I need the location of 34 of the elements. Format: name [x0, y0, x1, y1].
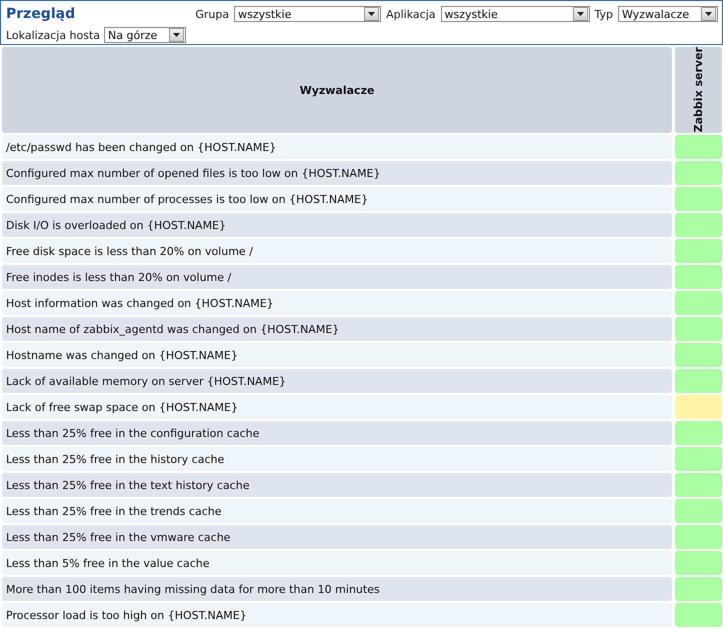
dropdown-arrow-icon	[368, 12, 376, 16]
trigger-cell: Hostname was changed on {HOST.NAME}	[2, 343, 672, 367]
column-header: Wyzwalacze	[2, 47, 672, 133]
trigger-cell: Lack of available memory on server {HOST.NAME}	[2, 369, 672, 393]
trigger-cell: Less than 25% free in the text history cache	[2, 473, 672, 497]
trigger-cell: /etc/passwd has been changed on {HOST.NAME}	[2, 135, 672, 159]
dropdown-arrow-icon	[173, 33, 180, 37]
filter-label: Grupa	[195, 8, 230, 20]
dropdown[interactable]: Na górze	[104, 27, 186, 43]
dropdown-arrow-icon	[705, 12, 712, 16]
trigger-cell: Configured max number of processes is too low on {HOST.NAME}	[2, 187, 672, 211]
dropdown-arrow-icon	[576, 12, 584, 16]
trigger-cell: Host information was changed on {HOST.NAME}	[2, 291, 672, 315]
trigger-cell: Less than 5% free in the value cache	[2, 551, 672, 575]
filter-label: Lokalizacja hosta	[6, 28, 100, 42]
trigger-cell: Processor load is too high on {HOST.NAME}	[2, 603, 672, 627]
column-header: Zabbix server	[675, 47, 722, 133]
page-title: Przegląd	[6, 6, 76, 22]
trigger-cell: Less than 25% free in the history cache	[2, 447, 672, 471]
trigger-cell: Less than 25% free in the configuration cache	[2, 421, 672, 445]
trigger-cell: Free inodes is less than 20% on volume /	[2, 265, 672, 289]
dropdown[interactable]: wszystkie	[440, 6, 590, 22]
trigger-cell: Configured max number of opened files is too low on {HOST.NAME}	[2, 161, 672, 185]
trigger-cell: More than 100 items having missing data for more than 10 minutes	[2, 577, 672, 601]
dropdown[interactable]: Wyzwalacze	[618, 6, 718, 22]
filter-label: Typ	[594, 8, 613, 20]
filter-label: Aplikacja	[386, 8, 436, 20]
trigger-cell: Less than 25% free in the trends cache	[2, 499, 672, 523]
trigger-cell: Free disk space is less than 20% on volume /	[2, 239, 672, 263]
trigger-cell: Disk I/O is overloaded on {HOST.NAME}	[2, 213, 672, 237]
trigger-cell: Less than 25% free in the vmware cache	[2, 525, 672, 549]
trigger-cell: Lack of free swap space on {HOST.NAME}	[2, 395, 672, 419]
trigger-cell: Host name of zabbix_agentd was changed on {HOST.NAME}	[2, 317, 672, 341]
dropdown[interactable]: wszystkie	[234, 6, 382, 22]
